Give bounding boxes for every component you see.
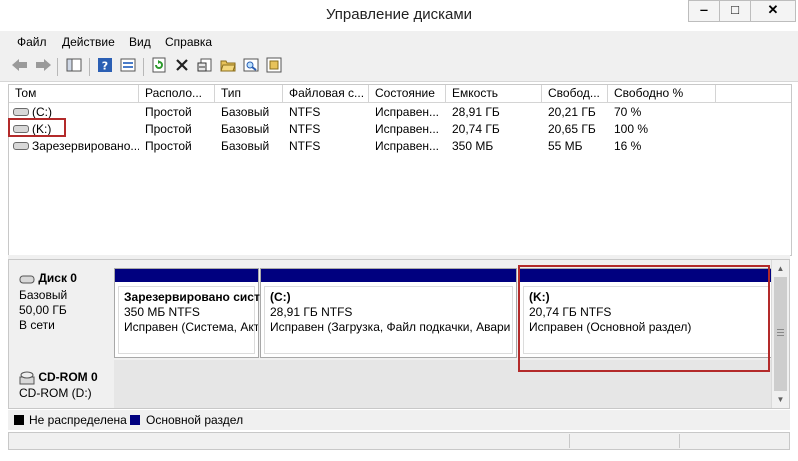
status-bar	[8, 432, 790, 450]
partition-c[interactable]: (C:) 28,91 ГБ NTFS Исправен (Загрузка, Ф…	[260, 268, 517, 358]
help-icon[interactable]: ?	[95, 57, 115, 77]
partition-name: Зарезервировано сист	[124, 290, 260, 304]
menu-action[interactable]: Действие	[62, 35, 115, 49]
partition-size: 28,91 ГБ NTFS	[270, 305, 353, 319]
graph-scrollbar[interactable]: ▲ ▼	[771, 260, 789, 408]
partition-status: Исправен (Загрузка, Файл подкачки, Авари…	[270, 320, 510, 334]
disk0-status: В сети	[19, 318, 55, 332]
disk-icon	[19, 275, 35, 284]
search-drive-icon[interactable]	[241, 57, 261, 77]
partition-bar	[261, 269, 516, 282]
refresh-icon[interactable]	[149, 57, 169, 77]
properties-icon[interactable]	[195, 57, 215, 77]
window-controls: ‒ □ ✕	[688, 0, 796, 22]
legend-primary-label: Основной раздел	[146, 413, 244, 427]
open-folder-icon[interactable]	[218, 57, 238, 77]
menu-file[interactable]: Файл	[17, 35, 47, 49]
menu-bar: Файл Действие Вид Справка	[0, 31, 798, 53]
partition-bar	[115, 269, 258, 282]
svg-text:?: ?	[102, 60, 108, 73]
volume-list-header: Том Располо... Тип Файловая с... Состоян…	[9, 85, 791, 103]
volume-row[interactable]: Зарезервировано... Простой Базовый NTFS …	[9, 138, 791, 155]
cdrom0-label[interactable]: CD-ROM 0 CD-ROM (D:)	[10, 360, 113, 408]
forward-arrow-icon[interactable]	[33, 57, 53, 77]
partition-name: (C:)	[270, 290, 291, 304]
col-type[interactable]: Тип	[215, 85, 283, 102]
delete-icon[interactable]	[172, 57, 192, 77]
toolbar: ?	[0, 53, 798, 82]
legend-primary-swatch	[130, 415, 140, 425]
disk0-name: Диск 0	[38, 271, 77, 285]
disk0-type: Базовый	[19, 288, 68, 302]
cdrom0-drive: CD-ROM (D:)	[19, 386, 92, 400]
settings-icon[interactable]	[264, 57, 284, 77]
volume-icon	[13, 141, 29, 150]
close-icon: ✕	[767, 2, 779, 17]
cdrom0-name: CD-ROM 0	[38, 370, 98, 384]
col-filesystem[interactable]: Файловая с...	[283, 85, 369, 102]
legend: Не распределена Основной раздел	[8, 410, 790, 430]
volume-row[interactable]: (C:) Простой Базовый NTFS Исправен... 28…	[9, 104, 791, 121]
minimize-button[interactable]: ‒	[688, 0, 720, 22]
partition-status: Исправен (Система, Акт	[124, 320, 258, 334]
legend-unallocated-swatch	[14, 415, 24, 425]
col-capacity[interactable]: Емкость	[446, 85, 542, 102]
col-volume[interactable]: Том	[9, 85, 139, 102]
volume-icon	[13, 107, 29, 116]
menu-view[interactable]: Вид	[129, 35, 151, 49]
window-title: Управление дисками	[325, 6, 473, 23]
legend-unallocated-label: Не распределена	[29, 413, 127, 427]
disk0-size: 50,00 ГБ	[19, 303, 67, 317]
partition-size: 350 МБ NTFS	[124, 305, 200, 319]
maximize-button[interactable]: □	[719, 0, 751, 22]
maximize-icon: □	[731, 2, 739, 17]
highlight-box-partition-k	[518, 265, 770, 372]
cdrom-icon	[19, 371, 35, 385]
disk0-label[interactable]: Диск 0 Базовый 50,00 ГБ В сети	[10, 260, 113, 358]
properties-list-icon[interactable]	[118, 57, 138, 77]
volume-row[interactable]: (K:) Простой Базовый NTFS Исправен... 20…	[9, 121, 791, 138]
title-bar: Управление дисками ‒ □ ✕	[0, 0, 798, 30]
col-layout[interactable]: Располо...	[139, 85, 215, 102]
col-status[interactable]: Состояние	[369, 85, 446, 102]
scroll-thumb[interactable]	[774, 277, 787, 391]
volume-list: Том Располо... Тип Файловая с... Состоян…	[8, 84, 792, 256]
close-button[interactable]: ✕	[750, 0, 796, 22]
scroll-up-icon[interactable]: ▲	[772, 260, 789, 277]
col-free[interactable]: Свобод...	[542, 85, 608, 102]
menu-help[interactable]: Справка	[165, 35, 212, 49]
highlight-box-volume-k	[8, 118, 66, 137]
partition-reserved[interactable]: Зарезервировано сист 350 МБ NTFS Исправе…	[114, 268, 260, 358]
col-free-percent[interactable]: Свободно %	[608, 85, 716, 102]
back-arrow-icon[interactable]	[10, 57, 30, 77]
console-tree-icon[interactable]	[64, 57, 84, 77]
minimize-icon: ‒	[700, 2, 708, 17]
scroll-down-icon[interactable]: ▼	[772, 391, 789, 408]
